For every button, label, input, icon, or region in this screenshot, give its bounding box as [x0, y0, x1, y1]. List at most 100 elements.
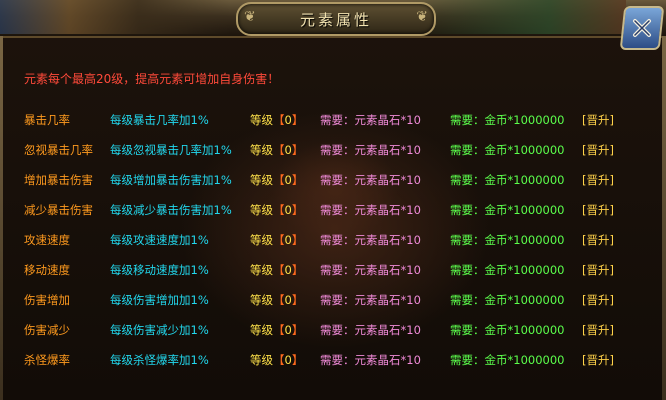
attribute-row: 增加暴击伤害 每级增加暴击伤害加1% 等级【0】 需要：元素晶石*10 需要：金币*10… [18, 165, 614, 195]
upgrade-button[interactable]: [晋升] [582, 165, 614, 195]
level-bracket-open: 【 [273, 233, 285, 247]
level-label: 等级 [250, 143, 273, 157]
scroll-ornament-icon: ❦ [416, 9, 428, 25]
window-left-border [0, 36, 3, 400]
attribute-name: 杀怪爆率 [24, 353, 70, 367]
upgrade-button[interactable]: [晋升] [582, 105, 614, 135]
attribute-description: 每级伤害减少加1% [110, 323, 209, 337]
attribute-description: 每级减少暴击伤害加1% [110, 203, 232, 217]
level-bracket-open: 【 [273, 203, 285, 217]
level-bracket-close: 】 [291, 293, 304, 307]
level-bracket-close: 】 [291, 323, 304, 337]
requirement-gold: 需要：金币*1000000 [450, 233, 565, 247]
attribute-name: 暴击几率 [24, 113, 70, 127]
level-value: 0 [284, 233, 292, 247]
requirement-gold: 需要：金币*1000000 [450, 263, 565, 277]
requirement-crystal: 需要：元素晶石*10 [320, 113, 421, 127]
attribute-description: 每级伤害增加加1% [110, 293, 209, 307]
requirement-crystal: 需要：元素晶石*10 [320, 233, 421, 247]
attribute-description: 每级杀怪爆率加1% [110, 353, 209, 367]
requirement-gold: 需要：金币*1000000 [450, 323, 565, 337]
level-bracket-close: 】 [291, 353, 304, 367]
attribute-name: 增加暴击伤害 [24, 173, 93, 187]
requirement-crystal: 需要：元素晶石*10 [320, 323, 421, 337]
top-frame-artwork-right [406, 0, 626, 34]
level-value: 0 [284, 203, 292, 217]
title-plate: ❦ 元素属性 ❦ [236, 2, 436, 36]
level-bracket-close: 】 [291, 113, 304, 127]
attribute-row: 移动速度 每级移动速度加1% 等级【0】 需要：元素晶石*10 需要：金币*100000… [18, 255, 614, 285]
level-label: 等级 [250, 203, 273, 217]
attribute-level: 等级【0】 [250, 285, 320, 315]
level-bracket-open: 【 [273, 143, 285, 157]
attribute-level: 等级【0】 [250, 165, 320, 195]
window-right-border [662, 36, 666, 400]
level-bracket-open: 【 [273, 323, 285, 337]
requirement-gold: 需要：金币*1000000 [450, 353, 565, 367]
attribute-name: 移动速度 [24, 263, 70, 277]
attribute-row: 减少暴击伤害 每级减少暴击伤害加1% 等级【0】 需要：元素晶石*10 需要：金币*10… [18, 195, 614, 225]
upgrade-button[interactable]: [晋升] [582, 315, 614, 345]
attribute-level: 等级【0】 [250, 105, 320, 135]
attribute-level: 等级【0】 [250, 225, 320, 255]
window-title: 元素属性 [299, 10, 372, 29]
requirement-crystal: 需要：元素晶石*10 [320, 203, 421, 217]
level-label: 等级 [250, 263, 273, 277]
upgrade-button[interactable]: [晋升] [582, 255, 614, 285]
close-x-icon [633, 19, 651, 37]
requirement-crystal: 需要：元素晶石*10 [320, 293, 421, 307]
attribute-name: 攻速速度 [24, 233, 70, 247]
level-value: 0 [284, 143, 292, 157]
level-value: 0 [284, 353, 292, 367]
top-frame-artwork-left [0, 0, 230, 34]
requirement-crystal: 需要：元素晶石*10 [320, 263, 421, 277]
attribute-row: 伤害减少 每级伤害减少加1% 等级【0】 需要：元素晶石*10 需要：金币*100000… [18, 315, 614, 345]
requirement-crystal: 需要：元素晶石*10 [320, 173, 421, 187]
attribute-level: 等级【0】 [250, 345, 320, 375]
level-bracket-close: 】 [291, 233, 304, 247]
level-bracket-close: 】 [291, 263, 304, 277]
upgrade-button[interactable]: [晋升] [582, 345, 614, 375]
attribute-row: 伤害增加 每级伤害增加加1% 等级【0】 需要：元素晶石*10 需要：金币*100000… [18, 285, 614, 315]
attribute-level: 等级【0】 [250, 255, 320, 285]
requirement-gold: 需要：金币*1000000 [450, 113, 565, 127]
attribute-table: 暴击几率 每级暴击几率加1% 等级【0】 需要：元素晶石*10 需要：金币*100000… [18, 105, 614, 375]
level-label: 等级 [250, 113, 273, 127]
requirement-gold: 需要：金币*1000000 [450, 293, 565, 307]
level-value: 0 [284, 293, 292, 307]
requirement-crystal: 需要：元素晶石*10 [320, 143, 421, 157]
attribute-description: 每级暴击几率加1% [110, 113, 209, 127]
attribute-description: 每级移动速度加1% [110, 263, 209, 277]
level-bracket-open: 【 [273, 173, 285, 187]
level-label: 等级 [250, 323, 273, 337]
close-button[interactable] [619, 6, 665, 50]
upgrade-button[interactable]: [晋升] [582, 285, 614, 315]
level-bracket-open: 【 [273, 113, 285, 127]
level-bracket-close: 】 [291, 143, 304, 157]
element-attributes-window: ❦ 元素属性 ❦ 元素每个最高20级，提高元素可增加自身伤害！ 暴击几率 每级暴击… [0, 0, 666, 400]
scroll-ornament-icon: ❦ [244, 9, 256, 25]
level-label: 等级 [250, 233, 273, 247]
intro-text: 元素每个最高20级，提高元素可增加自身伤害！ [24, 72, 280, 86]
level-bracket-open: 【 [273, 293, 285, 307]
requirement-crystal: 需要：元素晶石*10 [320, 353, 421, 367]
upgrade-button[interactable]: [晋升] [582, 225, 614, 255]
requirement-gold: 需要：金币*1000000 [450, 203, 565, 217]
level-bracket-open: 【 [273, 353, 285, 367]
attribute-row: 杀怪爆率 每级杀怪爆率加1% 等级【0】 需要：元素晶石*10 需要：金币*100000… [18, 345, 614, 375]
level-label: 等级 [250, 353, 273, 367]
attribute-row: 暴击几率 每级暴击几率加1% 等级【0】 需要：元素晶石*10 需要：金币*100000… [18, 105, 614, 135]
attribute-row: 攻速速度 每级攻速速度加1% 等级【0】 需要：元素晶石*10 需要：金币*100000… [18, 225, 614, 255]
attribute-description: 每级忽视暴击几率加1% [110, 143, 232, 157]
attribute-row: 忽视暴击几率 每级忽视暴击几率加1% 等级【0】 需要：元素晶石*10 需要：金币*10… [18, 135, 614, 165]
level-label: 等级 [250, 173, 273, 187]
upgrade-button[interactable]: [晋升] [582, 135, 614, 165]
requirement-gold: 需要：金币*1000000 [450, 143, 565, 157]
level-value: 0 [284, 323, 292, 337]
upgrade-button[interactable]: [晋升] [582, 195, 614, 225]
level-value: 0 [284, 173, 292, 187]
attribute-name: 伤害增加 [24, 293, 70, 307]
level-bracket-open: 【 [273, 263, 285, 277]
level-value: 0 [284, 263, 292, 277]
attribute-level: 等级【0】 [250, 195, 320, 225]
